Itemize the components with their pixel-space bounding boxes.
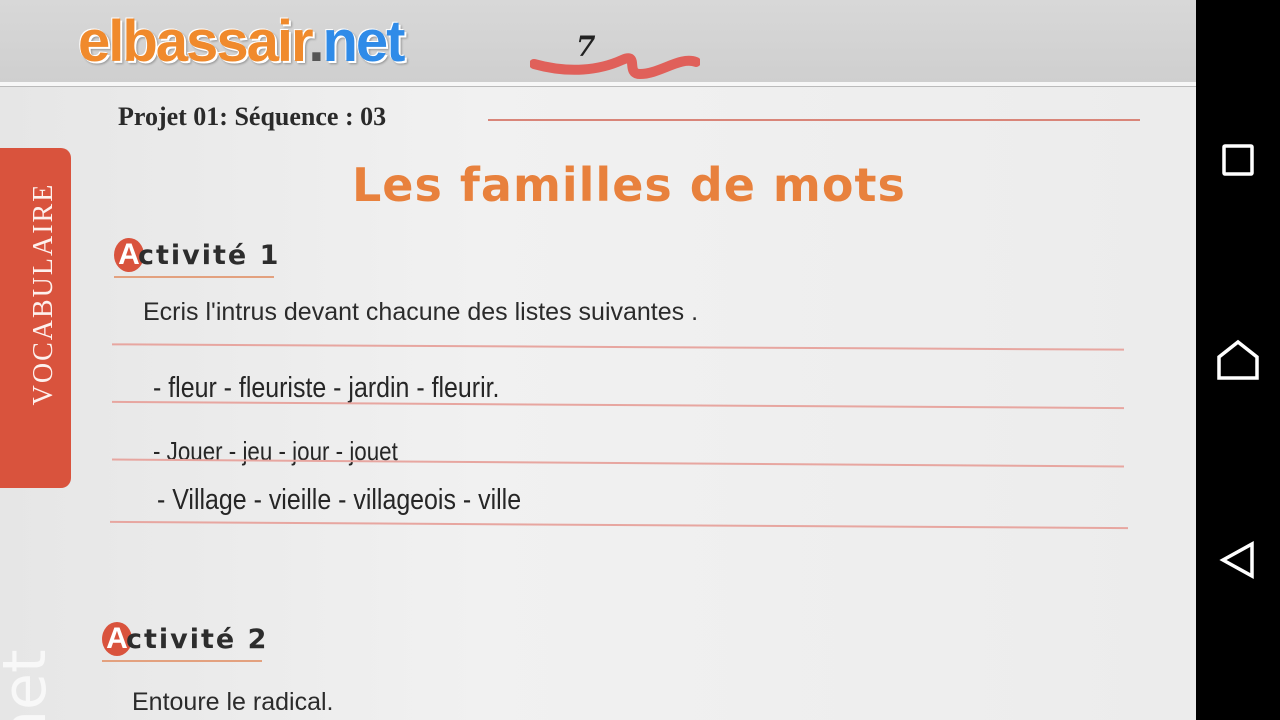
page-number-badge: 7 xyxy=(529,30,701,80)
activity-2-instruction: Entoure le radical. xyxy=(132,688,334,716)
logo-dot: . xyxy=(308,9,324,74)
word-list-2: - Jouer - jeu - jour - jouet xyxy=(153,436,398,466)
site-watermark: net xyxy=(0,649,60,720)
project-sequence-header: Projet 01: Séquence : 03 xyxy=(118,102,387,131)
logo-text-part2: net xyxy=(322,9,405,74)
section-tab: VOCABULAIRE xyxy=(0,148,71,488)
site-logo: elbassair.net xyxy=(78,6,405,78)
lesson-title: Les familles de mots xyxy=(352,158,906,212)
home-button[interactable] xyxy=(1214,336,1262,384)
page-number: 7 xyxy=(576,30,596,63)
back-icon xyxy=(1219,541,1254,579)
home-icon xyxy=(1217,339,1259,380)
android-navigation-bar xyxy=(1196,0,1280,720)
activity-1-instruction: Ecris l'intrus devant chacune des listes… xyxy=(143,298,699,326)
recents-button[interactable] xyxy=(1214,136,1262,184)
section-tab-label: VOCABULAIRE xyxy=(28,182,59,406)
activity-1-label: ctivité 1 xyxy=(138,240,281,271)
recents-icon xyxy=(1222,144,1254,176)
activity-underline xyxy=(114,276,274,278)
activity-underline xyxy=(102,660,262,662)
activity-2-label: ctivité 2 xyxy=(126,624,269,655)
site-banner: elbassair.net 7 xyxy=(0,0,1196,82)
word-list-3: - Village - vieille - villageois - ville xyxy=(157,484,522,516)
brush-stroke-icon xyxy=(529,53,701,80)
logo-text-part1: elbassair xyxy=(78,9,310,74)
header-rule xyxy=(488,119,1140,121)
word-list-1: - fleur - fleuriste - jardin - fleurir. xyxy=(153,372,500,404)
photo-viewer: elbassair.net 7 Projet 01: Séquence : 03… xyxy=(0,0,1196,720)
back-button[interactable] xyxy=(1214,536,1262,584)
